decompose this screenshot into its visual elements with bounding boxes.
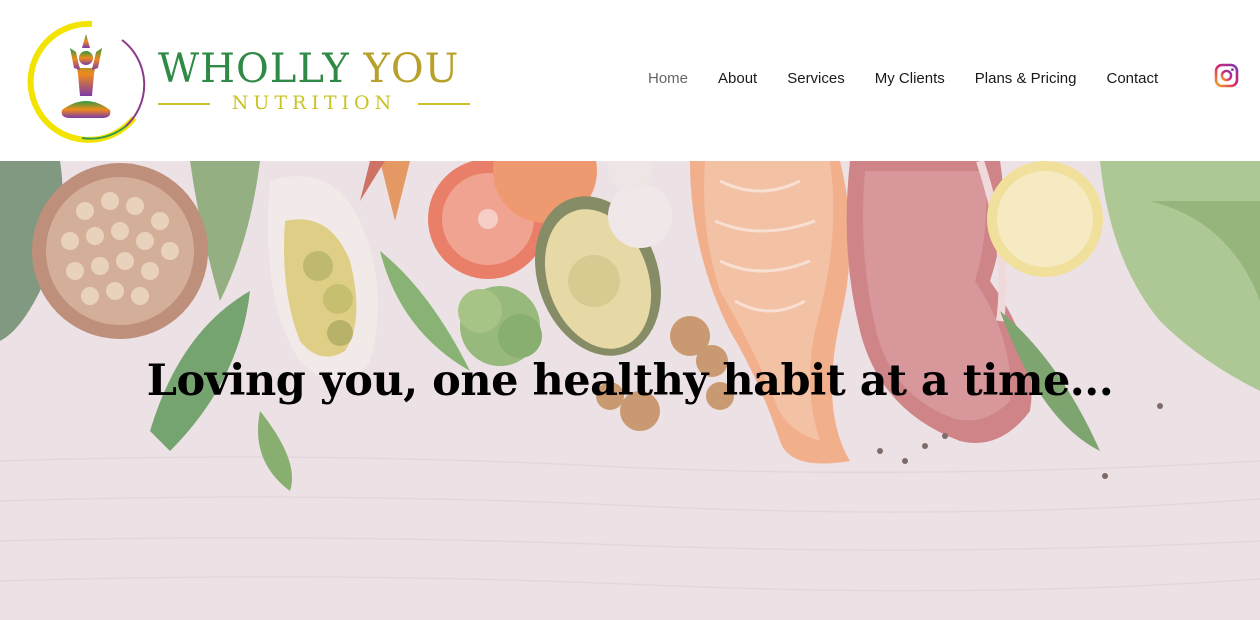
tagline-right-rule [418,103,470,105]
brand-name-part2: YOU [363,46,460,92]
main-nav: Home About Services My Clients Plans & P… [648,70,1188,87]
site-header: WHOLLY YOU NUTRITION Home About Services… [0,0,1260,161]
brand-tagline-text: NUTRITION [231,92,397,114]
nav-about[interactable]: About [718,70,757,87]
nav-my-clients[interactable]: My Clients [875,70,945,87]
brand-name: WHOLLY YOU [158,46,459,92]
nav-plans-pricing[interactable]: Plans & Pricing [975,70,1077,87]
nav-services[interactable]: Services [787,70,845,87]
brand-name-part1: WHOLLY [158,46,364,92]
nav-home[interactable]: Home [648,70,688,87]
hero-headline: Loving you, one healthy habit at a time.… [146,356,1114,406]
tagline-left-rule [158,103,210,105]
instagram-icon[interactable] [1214,63,1239,88]
nav-contact[interactable]: Contact [1106,70,1158,87]
brand-tagline: NUTRITION [158,92,470,116]
hero-banner: Loving you, one healthy habit at a time.… [0,161,1260,620]
yoga-figure-logo-icon [27,20,146,143]
brand-logo[interactable]: WHOLLY YOU NUTRITION [22,18,482,144]
